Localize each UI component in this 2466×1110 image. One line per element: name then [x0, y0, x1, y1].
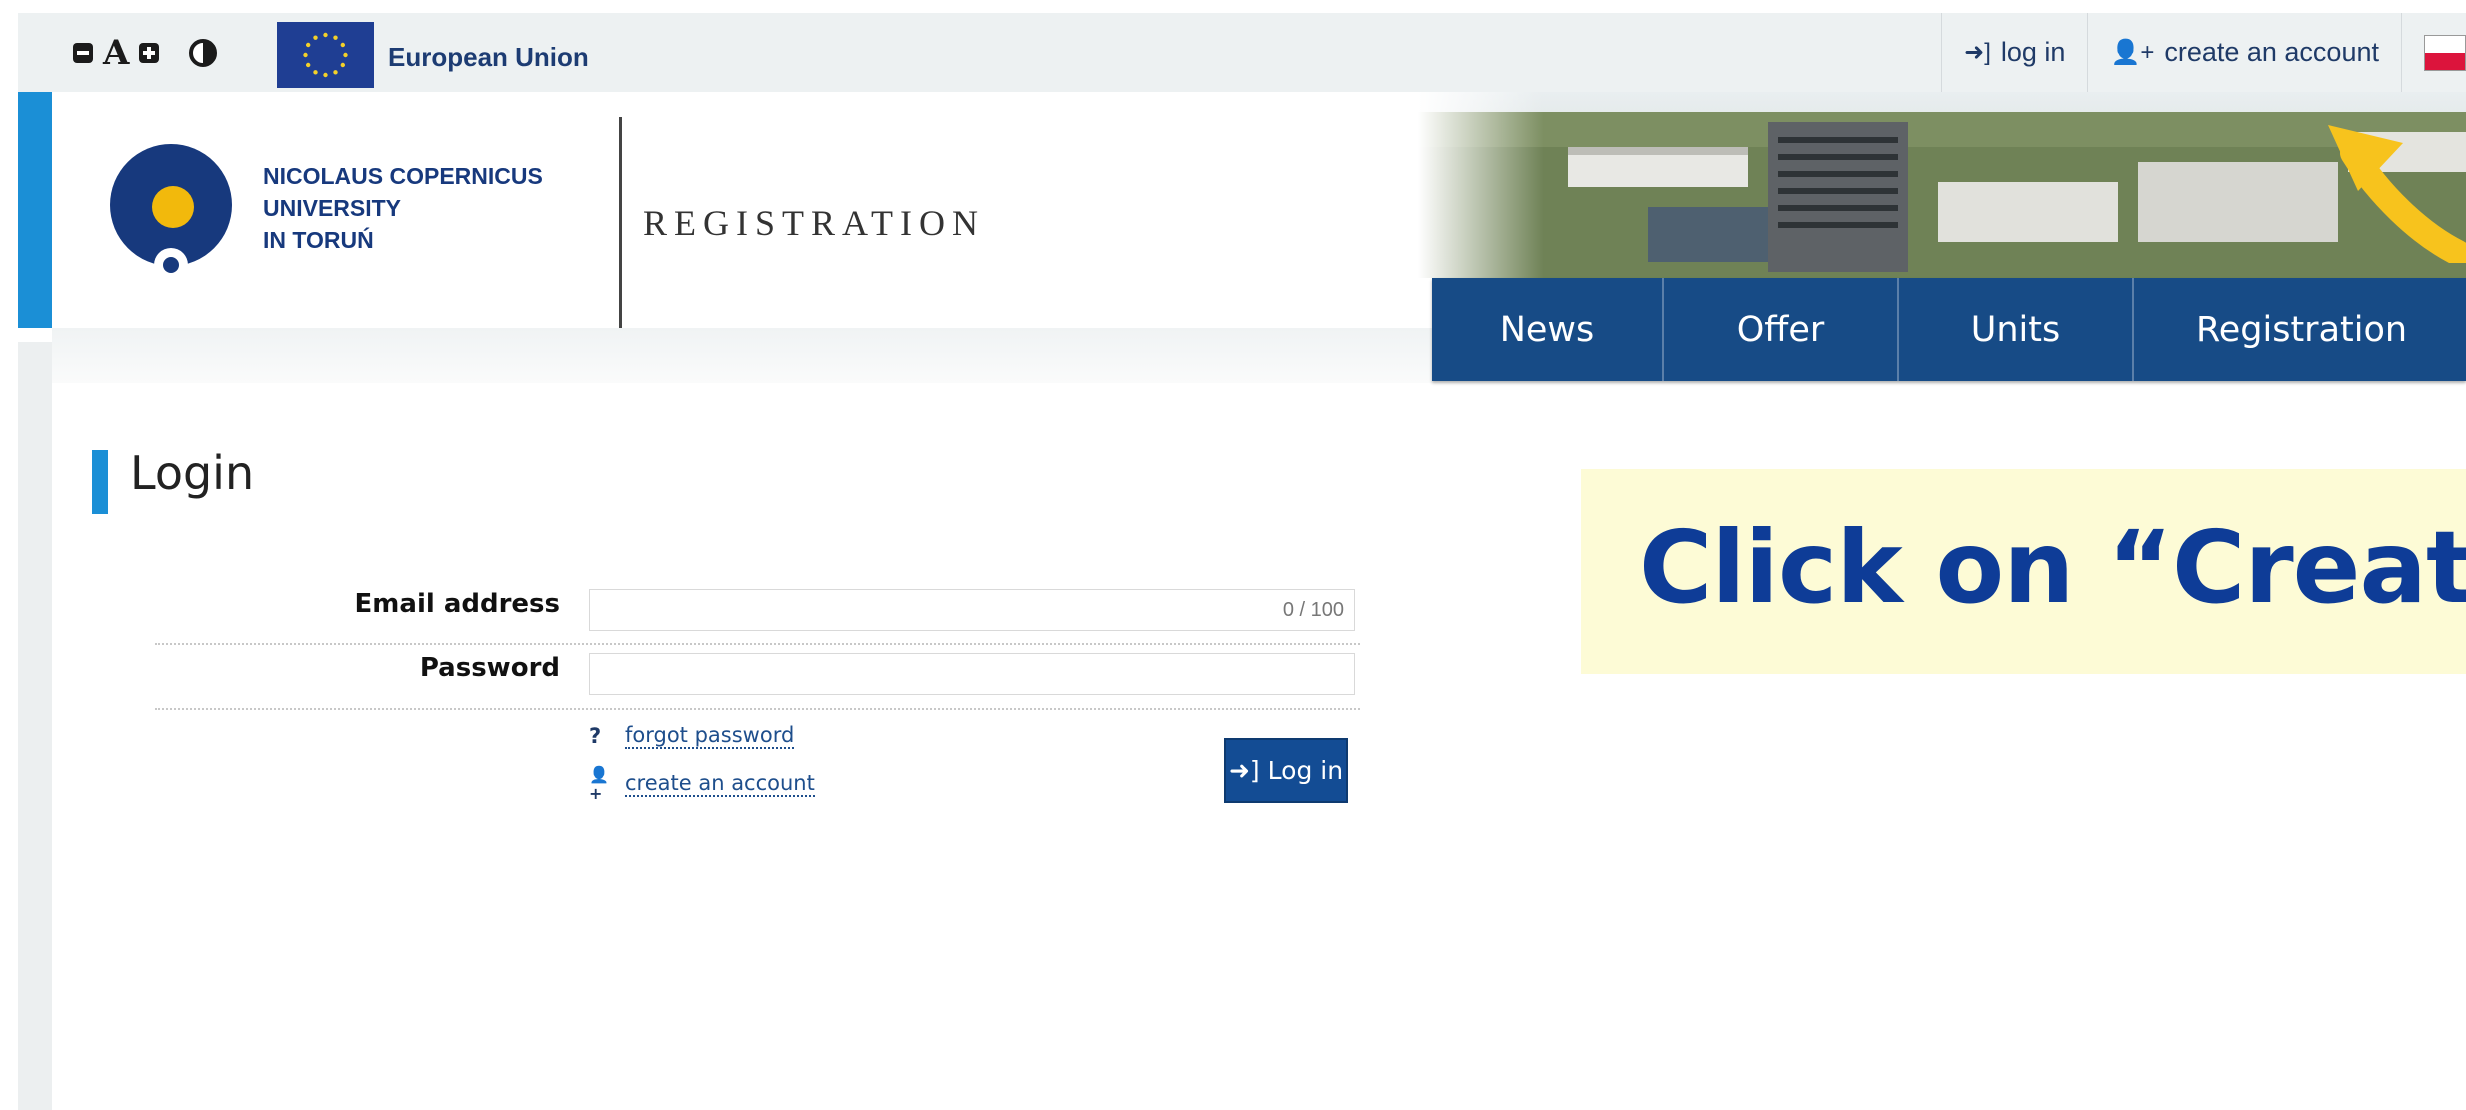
form-row-divider — [155, 643, 1360, 645]
annotation-arrow-icon — [2328, 125, 2466, 263]
eu-star — [323, 32, 328, 38]
eu-star — [305, 42, 311, 48]
university-logo-icon[interactable] — [110, 144, 232, 282]
university-name-line: IN TORUŃ — [263, 227, 374, 253]
font-size-icon[interactable]: A — [103, 35, 129, 71]
password-label: Password — [419, 653, 560, 683]
university-name-line: NICOLAUS COPERNICUS — [263, 163, 543, 189]
create-account-link[interactable]: 👤+ create an account — [2087, 13, 2401, 92]
header-accent-bar — [18, 92, 52, 328]
nav-item-registration[interactable]: Registration — [2134, 278, 2466, 381]
forgot-password-link[interactable]: ? forgot password — [589, 723, 795, 749]
eu-flag-icon — [277, 22, 374, 88]
sign-in-icon: ➜] — [1228, 756, 1260, 785]
question-icon: ? — [589, 724, 602, 748]
eu-star — [305, 62, 311, 68]
eu-star — [343, 52, 348, 58]
eu-star — [323, 72, 328, 78]
nav-item-offer[interactable]: Offer — [1664, 278, 1899, 381]
eu-star — [313, 70, 318, 75]
polish-flag-icon — [2424, 34, 2466, 71]
login-button-label: Log in — [1267, 756, 1344, 785]
eu-star — [313, 35, 318, 40]
create-account-form-link[interactable]: 👤+ create an account — [589, 765, 815, 803]
university-name[interactable]: NICOLAUS COPERNICUS UNIVERSITY IN TORUŃ — [263, 160, 543, 256]
nav-item-news[interactable]: News — [1432, 278, 1664, 381]
decrease-font-icon[interactable] — [73, 43, 93, 63]
login-link[interactable]: ➜] log in — [1941, 13, 2087, 92]
user-plus-icon: 👤+ — [589, 765, 609, 803]
instruction-callout: Click on “Create — [1581, 469, 2466, 674]
accessibility-tools: A — [73, 35, 218, 71]
eu-star — [303, 52, 308, 58]
eu-star — [340, 42, 346, 48]
email-char-counter: 0 / 100 — [1282, 599, 1344, 621]
login-button[interactable]: ➜] Log in — [1224, 738, 1348, 803]
user-plus-icon: 👤+ — [2110, 39, 2155, 66]
email-field[interactable]: 0 / 100 — [589, 589, 1355, 631]
university-name-line: UNIVERSITY — [263, 195, 402, 221]
main-nav: News Offer Units Registration — [1432, 278, 2466, 381]
eu-label: European Union — [388, 42, 589, 72]
login-link-label: log in — [2000, 37, 2066, 67]
top-links: ➜] log in 👤+ create an account — [1941, 13, 2466, 92]
language-switch[interactable] — [2401, 13, 2466, 92]
section-accent-bar — [92, 450, 108, 514]
header-divider — [619, 117, 622, 332]
forgot-password-label: forgot password — [625, 723, 795, 749]
top-bar: A European Union ➜] log in 👤+ create an … — [18, 13, 2466, 93]
form-row-divider — [155, 708, 1360, 710]
eu-star — [340, 62, 346, 68]
email-label: Email address — [354, 589, 560, 619]
contrast-toggle-icon[interactable] — [189, 39, 218, 67]
nav-item-units[interactable]: Units — [1899, 278, 2134, 381]
eu-star — [333, 35, 338, 40]
eu-star — [333, 70, 338, 75]
password-field[interactable] — [589, 653, 1355, 695]
site-title: REGISTRATION — [643, 203, 985, 243]
create-account-link-label: create an account — [2164, 37, 2379, 67]
increase-font-icon[interactable] — [139, 43, 160, 63]
create-account-label: create an account — [625, 771, 815, 797]
sign-in-icon: ➜] — [1964, 39, 1991, 66]
instruction-text: Click on “Create — [1639, 509, 2466, 626]
page-title: Login — [130, 446, 255, 500]
page: A European Union ➜] log in 👤+ create an … — [18, 13, 2466, 1110]
